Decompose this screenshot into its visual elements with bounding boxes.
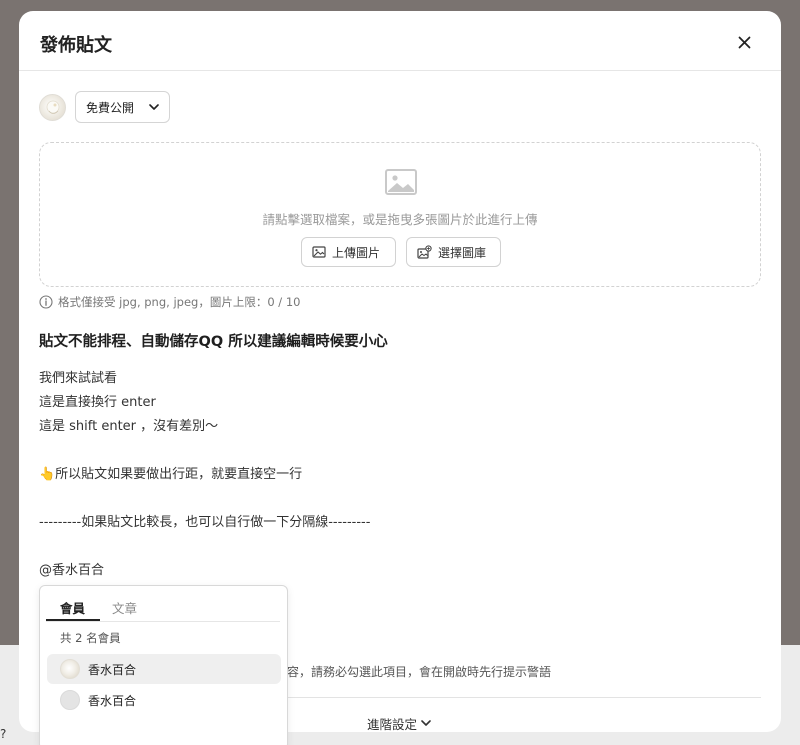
image-icon — [312, 246, 326, 258]
post-body-line: 我們來試試看 — [39, 371, 118, 386]
upload-image-button[interactable]: 上傳圖片 — [301, 237, 396, 267]
advanced-settings-label: 進階設定 — [367, 717, 418, 732]
modal-title: 發佈貼文 — [40, 35, 112, 56]
mention-member-item[interactable]: 香水百合 — [47, 685, 281, 715]
content-warning-text: 容，請務必勾選此項目，會在開啟時先行提示警語 — [287, 665, 552, 679]
post-body-line: 👆所以貼文如果要做出行距，就要直接空一行 — [39, 467, 303, 482]
info-icon — [39, 295, 53, 309]
flower-avatar-image — [46, 100, 60, 114]
visibility-select[interactable]: 免費公開 — [75, 91, 170, 123]
choose-gallery-label: 選擇圖庫 — [438, 245, 487, 260]
default-avatar-icon — [60, 690, 80, 710]
post-body-line: ---------如果貼文比較長，也可以自行做一下分隔線--------- — [39, 515, 371, 530]
chevron-down-icon — [421, 720, 431, 726]
member-name: 香水百合 — [88, 693, 137, 708]
active-tab-indicator — [46, 619, 100, 621]
member-count: 共 2 名會員 — [60, 631, 121, 645]
chevron-down-icon — [149, 103, 159, 110]
post-body-line — [39, 487, 370, 511]
dropzone-hint: 請點擊選取檔案，或是拖曳多張圖片於此進行上傳 — [262, 212, 538, 227]
advanced-settings-toggle[interactable]: 進階設定 — [367, 714, 431, 732]
image-dropzone[interactable]: 請點擊選取檔案，或是拖曳多張圖片於此進行上傳 上傳圖片 選擇圖庫 — [39, 142, 761, 287]
image-placeholder-icon — [385, 169, 417, 195]
post-body-line: 這是直接換行 enter — [39, 395, 156, 410]
tab-articles[interactable]: 文章 — [112, 598, 137, 617]
background-text: ? — [0, 727, 7, 741]
gallery-icon — [417, 245, 432, 259]
member-name: 香水百合 — [88, 662, 137, 677]
choose-gallery-button[interactable]: 選擇圖庫 — [406, 237, 501, 267]
upload-image-label: 上傳圖片 — [332, 245, 381, 260]
post-body-line — [39, 439, 370, 463]
close-button[interactable] — [733, 31, 755, 53]
close-icon — [738, 36, 750, 48]
post-title[interactable]: 貼文不能排程、自動儲存QQ 所以建議編輯時候要小心 — [39, 330, 388, 351]
author-avatar — [39, 94, 66, 121]
post-body-editor[interactable]: 我們來試試看 這是直接換行 enter 這是 shift enter ，沒有差別… — [39, 367, 370, 583]
post-body-line: @香水百合 — [39, 563, 105, 578]
format-note: 格式僅接受 jpg, png, jpeg，圖片上限：0 / 10 — [39, 294, 300, 310]
post-body-line: 這是 shift enter ，沒有差別～ — [39, 419, 219, 434]
mention-member-item[interactable]: 香水百合 — [47, 654, 281, 684]
format-note-text: 格式僅接受 jpg, png, jpeg，圖片上限：0 / 10 — [58, 295, 301, 309]
modal-header: 發佈貼文 — [19, 11, 781, 71]
post-body-line — [39, 535, 370, 559]
mention-tabs: 會員 文章 — [46, 586, 280, 622]
member-avatar — [60, 659, 80, 679]
mention-popup: 會員 文章 共 2 名會員 香水百合 香水百合 — [39, 585, 288, 745]
tab-members[interactable]: 會員 — [60, 598, 85, 617]
visibility-value: 免費公開 — [86, 100, 135, 115]
